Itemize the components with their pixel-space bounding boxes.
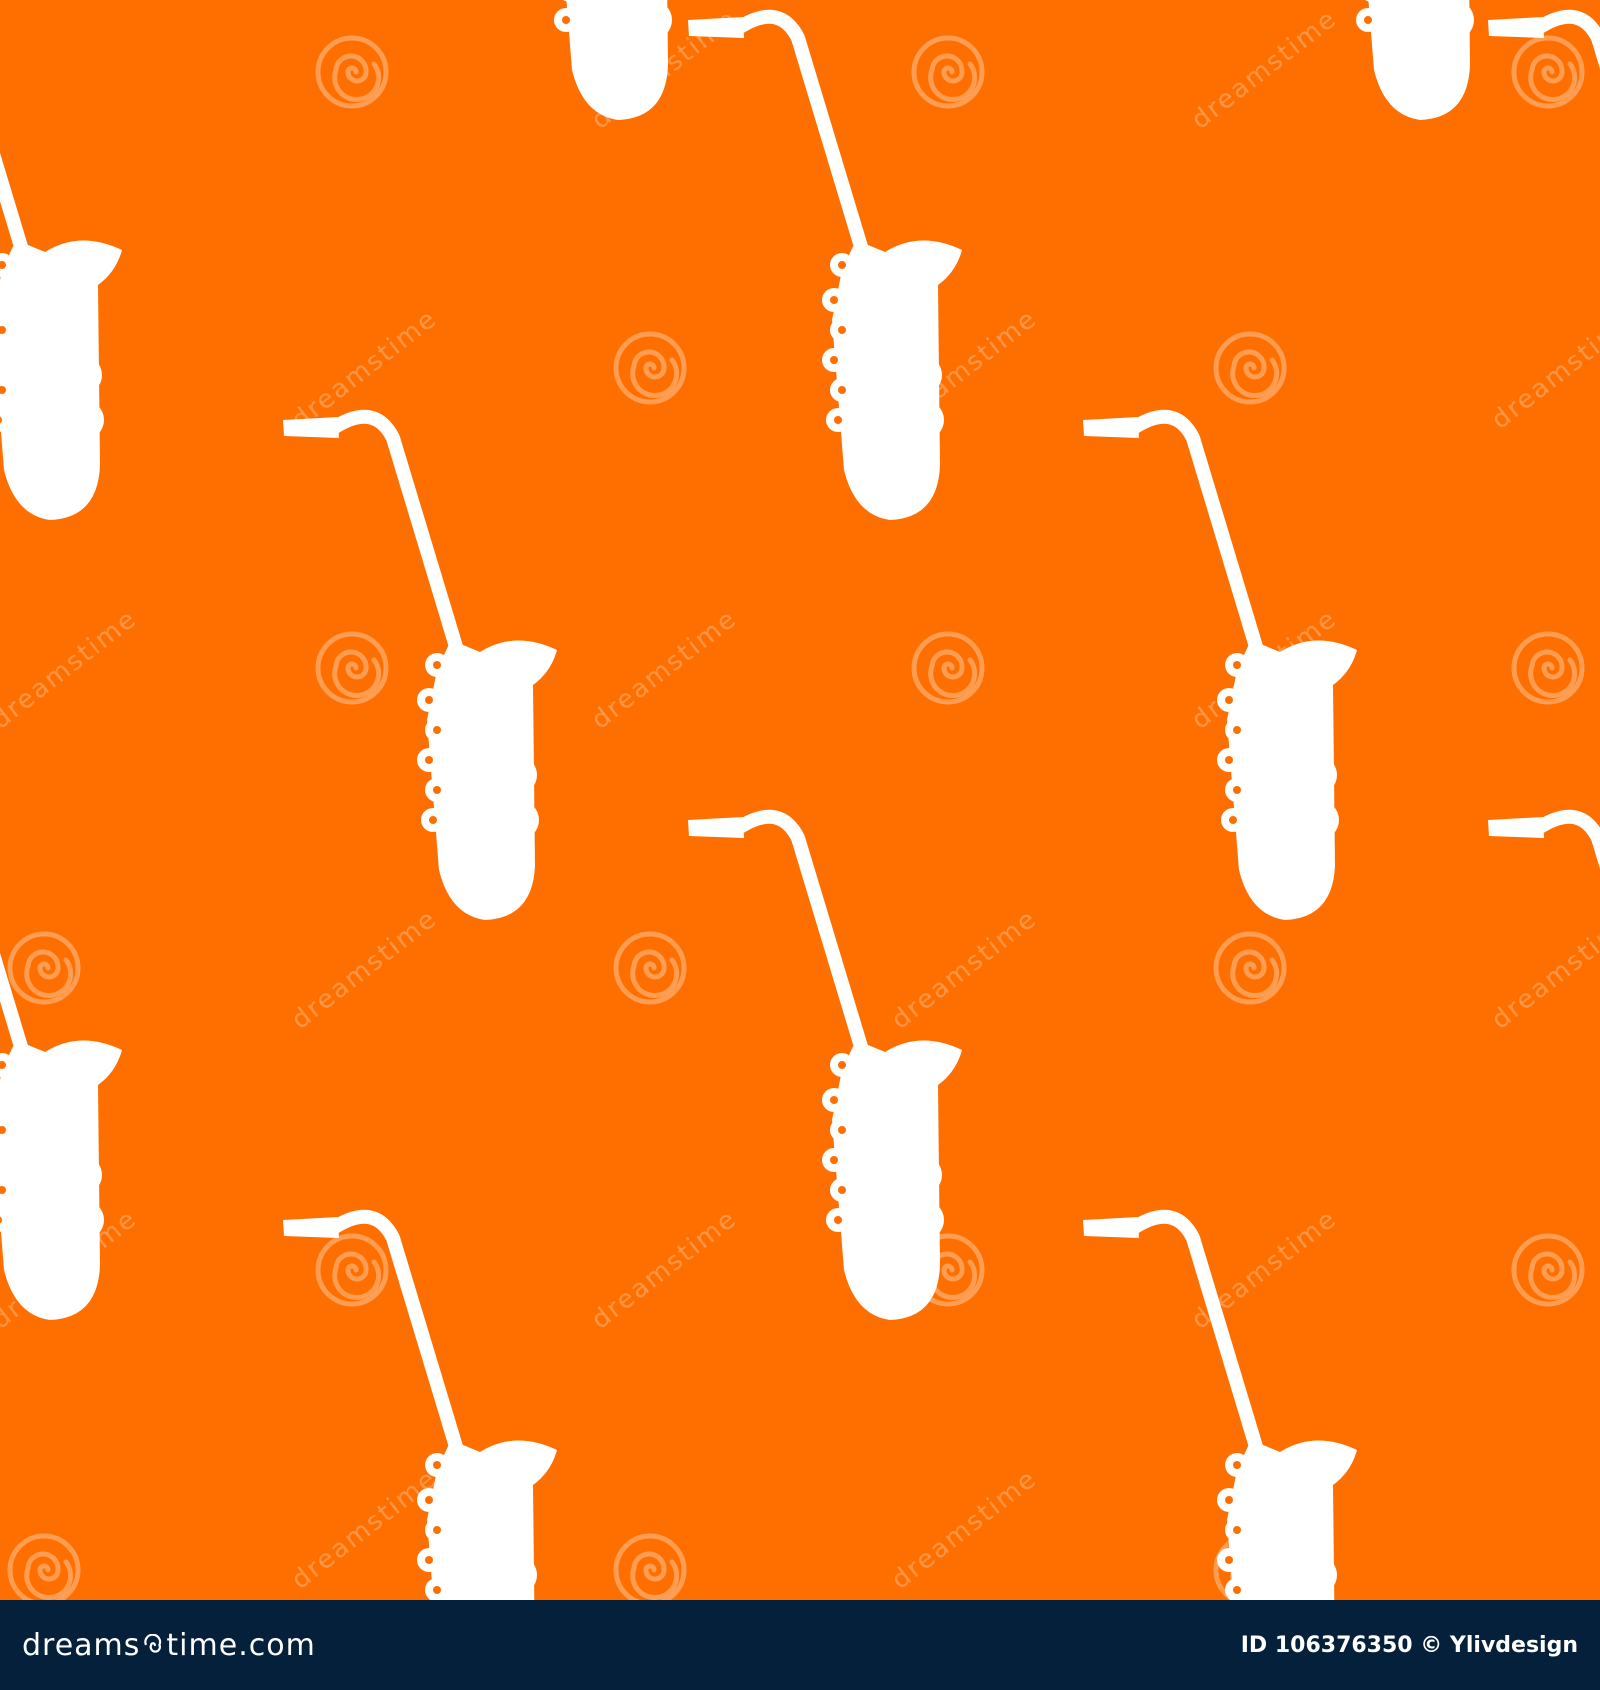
spiral-icon [144,1634,162,1653]
logo-text-after: time.com [166,1627,316,1663]
footer-bar: dreams time.com ID 106376350 © Ylivdesig… [0,1600,1600,1690]
logo-text-before: dreams [22,1627,141,1663]
saxophone-pattern: dreamstime dreamstime dreamstime dreamst… [0,0,1600,1600]
orange-background [0,0,1600,1600]
dreamstime-logo: dreams time.com [22,1628,316,1663]
image-credit: ID 106376350 © Ylivdesign [1240,1632,1578,1658]
